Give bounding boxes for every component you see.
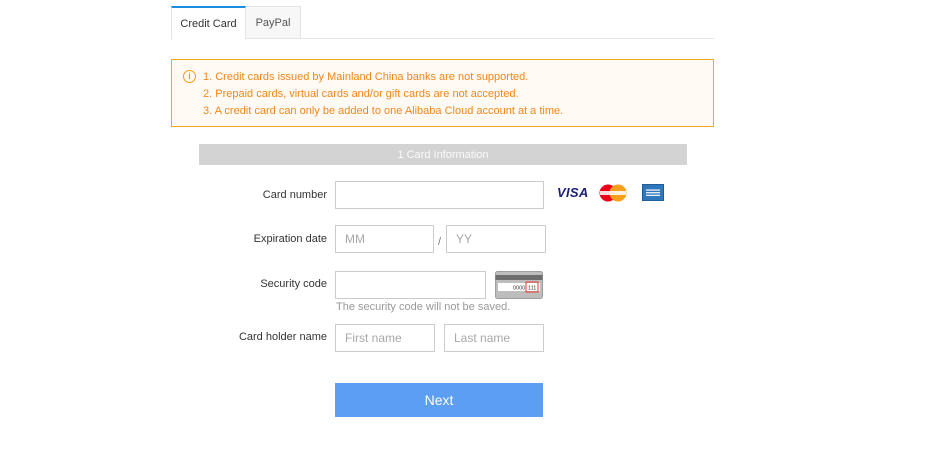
notice-line-2: 2. Prepaid cards, virtual cards and/or g… <box>203 88 519 100</box>
notice-box: i 1. Credit cards issued by Mainland Chi… <box>171 59 714 127</box>
security-card-cvv: 111 <box>528 286 536 292</box>
card-holder-name-label: Card holder name <box>238 331 327 343</box>
card-number-label: Card number <box>262 189 327 201</box>
security-code-label: Security code <box>260 278 327 290</box>
notice-line-1: 1. Credit cards issued by Mainland China… <box>203 71 529 83</box>
security-code-card-icon: 0000 111 <box>495 271 543 299</box>
mastercard-logo-icon <box>599 184 627 202</box>
info-circle-icon: i <box>183 70 196 83</box>
payment-tabs: Credit Card PayPal <box>171 6 714 40</box>
section-header-card-info: 1 Card Information <box>199 144 687 165</box>
expiration-year-input[interactable] <box>446 225 546 253</box>
card-number-input[interactable] <box>335 181 544 209</box>
first-name-input[interactable] <box>335 324 435 352</box>
security-code-input[interactable] <box>335 271 486 299</box>
security-card-digits: 0000 <box>513 286 525 292</box>
next-button[interactable]: Next <box>335 383 543 417</box>
expiration-separator: / <box>438 236 442 248</box>
tab-credit-card[interactable]: Credit Card <box>171 6 246 40</box>
tab-paypal[interactable]: PayPal <box>246 6 301 39</box>
visa-logo-icon: VISA <box>557 185 589 200</box>
amex-logo-icon <box>642 184 664 201</box>
last-name-input[interactable] <box>444 324 544 352</box>
security-code-hint: The security code will not be saved. <box>336 301 511 313</box>
expiration-month-input[interactable] <box>335 225 434 253</box>
notice-line-3: 3. A credit card can only be added to on… <box>203 105 564 117</box>
expiration-date-label: Expiration date <box>253 233 327 245</box>
